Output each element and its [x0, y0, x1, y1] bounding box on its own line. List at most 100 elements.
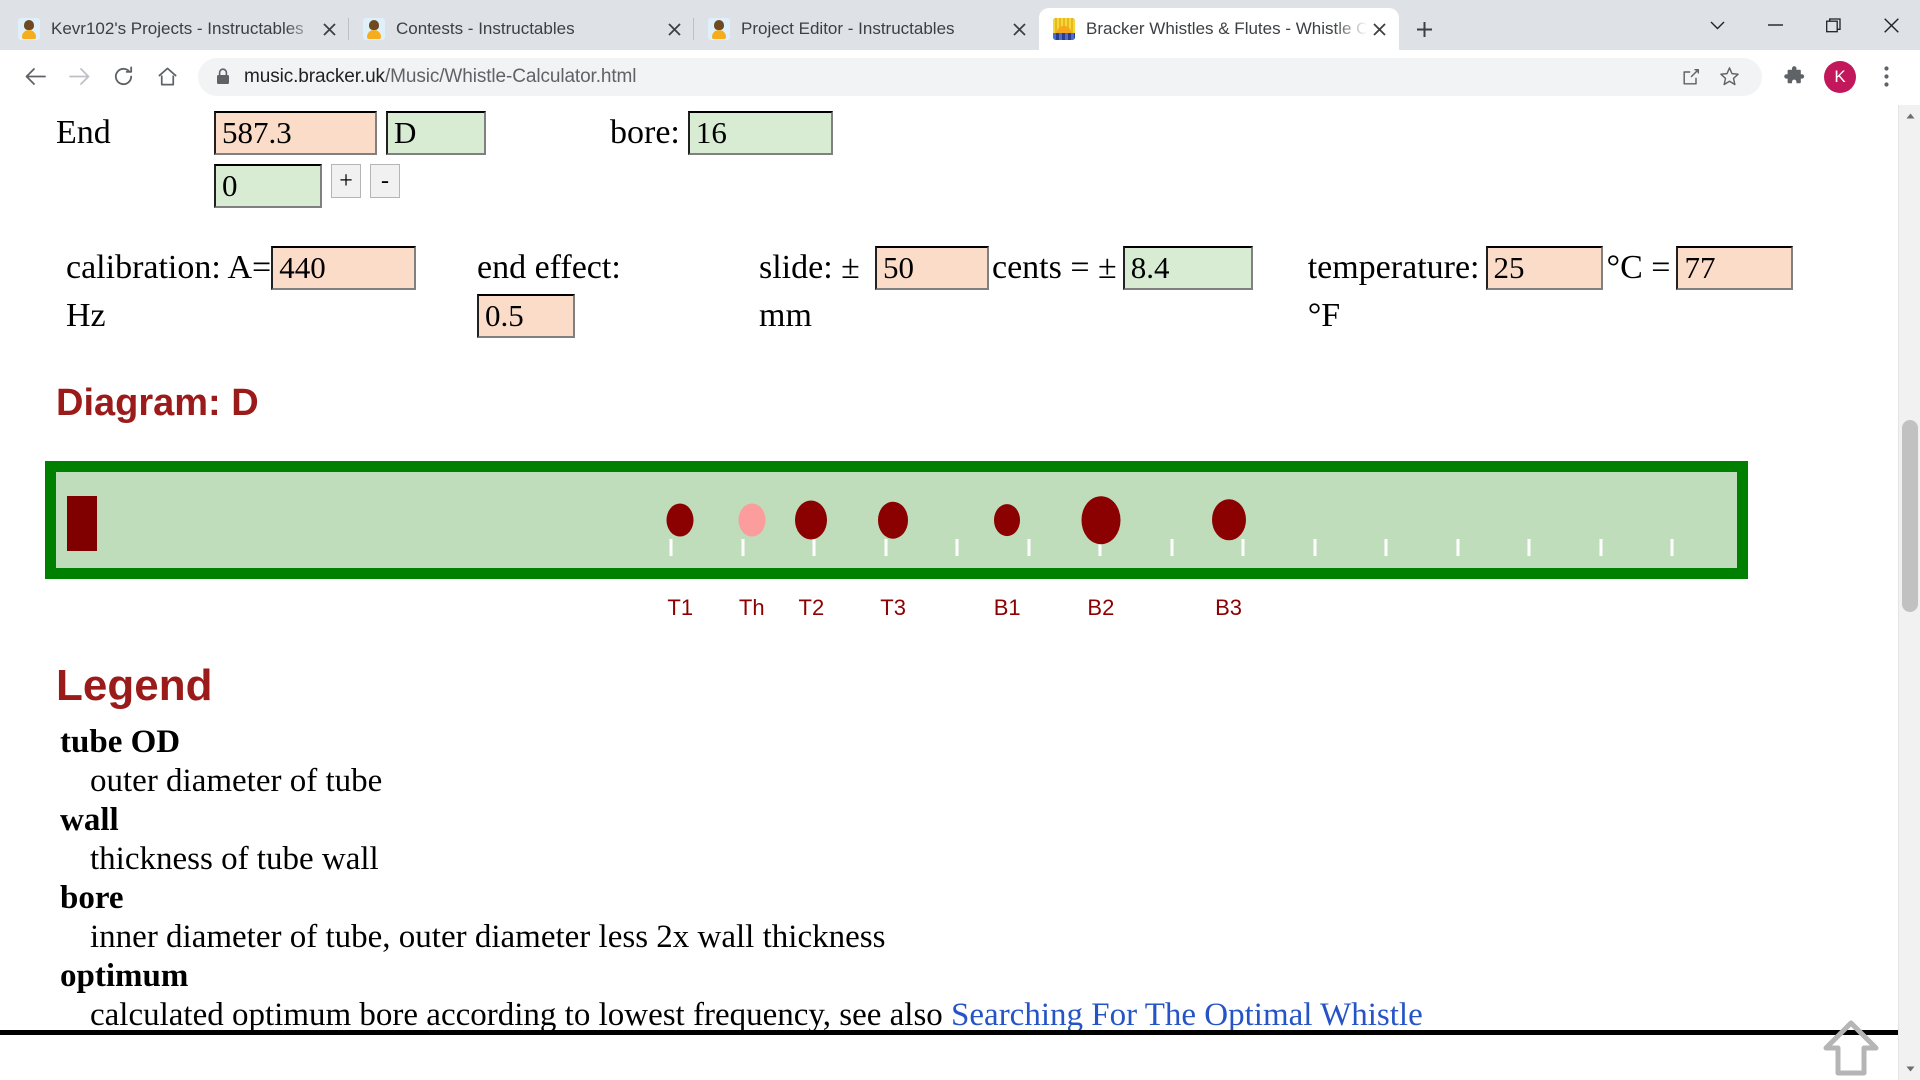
thumb-hole: [738, 503, 766, 537]
scale-tick: [812, 539, 816, 556]
url-path: /Music/Whistle-Calculator.html: [384, 65, 637, 87]
scale-tick: [1527, 539, 1531, 556]
slide-label: slide: ±: [759, 249, 860, 286]
hole-label: Th: [738, 596, 765, 618]
end-effect-label: end effect:: [477, 249, 621, 286]
reload-icon[interactable]: [102, 56, 144, 98]
hole-label: T2: [798, 596, 825, 618]
scale-tick: [1599, 539, 1602, 556]
finger-hole: [666, 503, 694, 537]
star-icon[interactable]: [1712, 60, 1746, 94]
back-to-top-button[interactable]: [1820, 1016, 1882, 1078]
hole-label: B1: [993, 596, 1021, 618]
finger-hole: [1081, 496, 1121, 544]
finger-hole: [795, 500, 828, 540]
lock-icon: [216, 68, 230, 85]
tab-title: Project Editor - Instructables: [741, 19, 955, 38]
back-arrow-icon[interactable]: [14, 56, 56, 98]
fipple-block: [67, 496, 97, 551]
end-frequency-input[interactable]: 587.3: [214, 111, 377, 155]
scale-tick: [884, 539, 887, 556]
bore-input[interactable]: 16: [687, 111, 833, 155]
minimize-icon[interactable]: [1746, 3, 1804, 47]
page-scrollbar[interactable]: [1898, 105, 1920, 1080]
end-effect-input[interactable]: 0.5: [477, 294, 575, 338]
tab-strip: Kevr102's Projects - Instructables Conte…: [0, 0, 1920, 50]
scale-tick: [1241, 539, 1245, 556]
puzzle-icon[interactable]: [1774, 57, 1814, 97]
tab-title: Bracker Whistles & Flutes - Whistle Calc…: [1086, 19, 1367, 38]
close-icon[interactable]: [1367, 17, 1391, 41]
temperature-group: temperature: 25 °C = 77 °F: [1308, 246, 1794, 338]
close-icon[interactable]: [317, 17, 341, 41]
octave-increment-button[interactable]: +: [331, 164, 361, 198]
address-bar[interactable]: music.bracker.uk/Music/Whistle-Calculato…: [198, 57, 1762, 96]
slide-input[interactable]: 50: [875, 246, 989, 290]
scale-tick: [1027, 539, 1030, 556]
temperature-celsius-input[interactable]: 25: [1485, 246, 1603, 290]
optimal-whistle-link[interactable]: Searching For The Optimal Whistle: [951, 997, 1423, 1033]
url-host: music.bracker.uk: [244, 65, 385, 87]
end-label: End: [56, 114, 111, 151]
diagram-heading: Diagram: D: [56, 382, 259, 424]
cents-input[interactable]: 8.4: [1122, 246, 1253, 290]
scale-tick: [1170, 539, 1173, 556]
slide-group: slide: ± mm: [759, 246, 881, 338]
share-icon[interactable]: [1674, 60, 1708, 94]
calibration-unit: Hz: [66, 297, 106, 334]
page-bottom-edge: [0, 1030, 1898, 1035]
whistle-diagram: T1 Th T2 T3 B1 B2 B3: [0, 461, 1899, 661]
legend-term: tube OD: [60, 724, 181, 760]
temperature-fahrenheit-input[interactable]: 77: [1676, 246, 1794, 290]
scroll-up-arrow-icon[interactable]: [1899, 105, 1920, 127]
calibration-label: calibration: A=: [66, 249, 272, 286]
window-controls: [1688, 0, 1920, 50]
url-text: music.bracker.uk/Music/Whistle-Calculato…: [244, 66, 1670, 88]
parameters-row: calibration: A= 440 Hz end effect: 0.5 sl…: [0, 208, 1899, 338]
calibration-group: calibration: A= 440 Hz: [66, 246, 477, 338]
scale-tick: [1670, 539, 1674, 556]
page-viewport: End 587.3 D 0 + - bore: 16 calibration: …: [0, 105, 1920, 1080]
scale-tick: [741, 539, 744, 556]
home-icon[interactable]: [146, 56, 188, 98]
browser-tab[interactable]: Project Editor - Instructables: [693, 8, 1039, 50]
bracker-icon: [1053, 18, 1075, 40]
tab-search-icon[interactable]: [1688, 3, 1746, 47]
instructables-icon: [708, 18, 730, 40]
new-tab-button[interactable]: [1407, 12, 1441, 46]
browser-window: Kevr102's Projects - Instructables Conte…: [0, 0, 1920, 1080]
hole-label: T1: [667, 596, 694, 618]
scroll-down-arrow-icon[interactable]: [1899, 1058, 1920, 1080]
finger-hole: [994, 504, 1021, 536]
browser-tab-active[interactable]: Bracker Whistles & Flutes - Whistle Calc…: [1039, 8, 1399, 50]
close-icon[interactable]: [1007, 17, 1031, 41]
browser-tab[interactable]: Contests - Instructables: [348, 8, 694, 50]
temperature-label: temperature:: [1307, 249, 1480, 286]
hole-label: B3: [1215, 596, 1243, 618]
scale-tick: [1313, 539, 1316, 556]
end-octave-input[interactable]: 0: [214, 164, 322, 208]
scale-tick: [1384, 539, 1388, 556]
cents-label: cents = ±: [992, 249, 1117, 286]
scale-tick: [1456, 539, 1459, 556]
browser-toolbar: music.bracker.uk/Music/Whistle-Calculato…: [0, 50, 1920, 104]
hole-label: T3: [880, 596, 906, 618]
legend-definition-text: calculated optimum bore according to low…: [90, 997, 952, 1033]
browser-tab[interactable]: Kevr102's Projects - Instructables: [4, 8, 349, 50]
temperature-unit-f: °F: [1307, 297, 1341, 334]
calibration-input[interactable]: 440: [271, 246, 417, 290]
maximize-icon[interactable]: [1804, 3, 1862, 47]
whistle-calculator-page: End 587.3 D 0 + - bore: 16 calibration: …: [0, 105, 1899, 1035]
octave-decrement-button[interactable]: -: [370, 164, 400, 198]
window-close-icon[interactable]: [1862, 3, 1920, 47]
tab-title: Contests - Instructables: [396, 19, 575, 38]
close-icon[interactable]: [662, 17, 686, 41]
end-note-input[interactable]: D: [386, 111, 486, 155]
scale-tick: [955, 539, 959, 556]
three-dot-menu-icon[interactable]: [1866, 57, 1906, 97]
scale-tick: [669, 539, 673, 556]
scrollbar-thumb[interactable]: [1902, 420, 1918, 612]
forward-arrow-icon[interactable]: [58, 56, 100, 98]
avatar[interactable]: K: [1824, 60, 1856, 93]
legend-definition: inner diameter of tube, outer diameter l…: [90, 919, 886, 955]
